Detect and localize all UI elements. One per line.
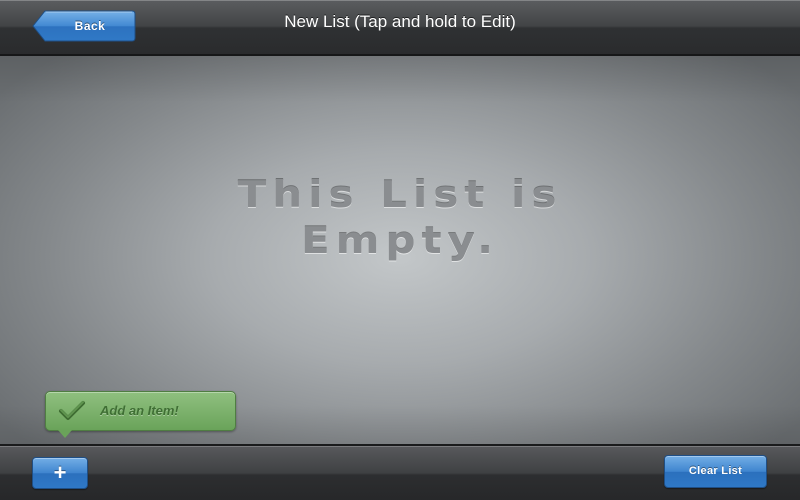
back-button-label: Back	[74, 19, 106, 33]
app-window: New List (Tap and hold to Edit) Back Thi…	[0, 0, 800, 500]
add-item-button[interactable]: +	[32, 457, 88, 489]
empty-message-line-2: Empty.	[300, 219, 500, 262]
tooltip-label: Add an Item!	[100, 403, 179, 418]
add-item-tooltip: Add an Item!	[45, 391, 236, 438]
empty-list-message: This List is Empty.	[100, 172, 700, 264]
navigation-bar: New List (Tap and hold to Edit) Back	[0, 0, 800, 56]
empty-message-line-1: This List is	[237, 173, 563, 216]
tooltip-pointer	[58, 430, 72, 438]
clear-list-button[interactable]: Clear List	[664, 455, 767, 488]
bottom-toolbar: + Clear List	[0, 444, 800, 500]
back-button[interactable]: Back	[32, 10, 136, 42]
checkmark-icon	[59, 401, 85, 420]
list-content-area: This List is Empty.	[0, 56, 800, 444]
